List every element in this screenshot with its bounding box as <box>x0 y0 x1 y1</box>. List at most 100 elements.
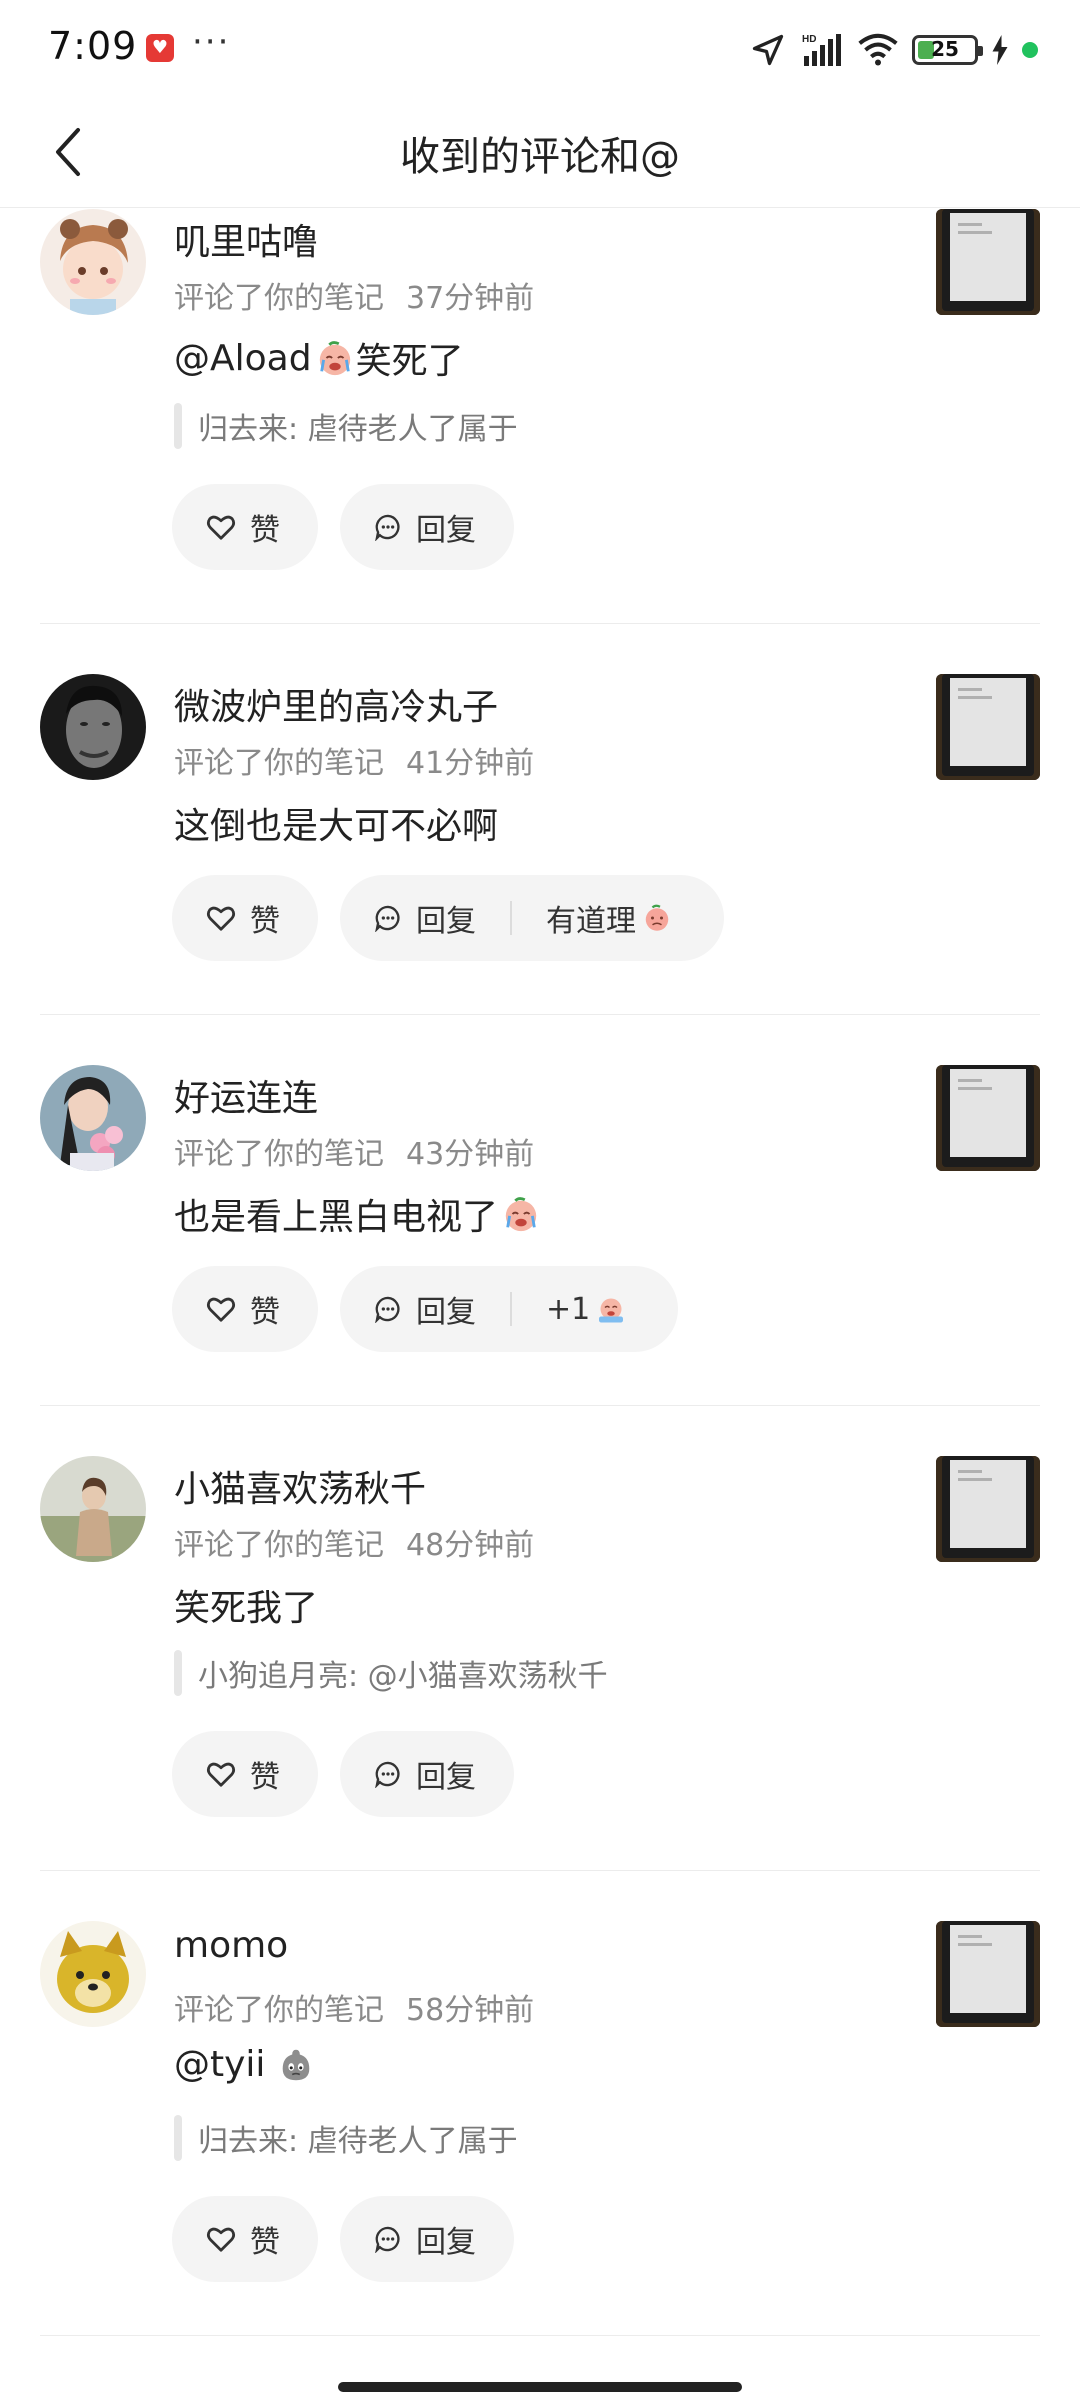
like-button[interactable]: 赞 <box>172 484 318 570</box>
more-notifications-icon: ··· <box>192 22 231 62</box>
note-thumbnail[interactable] <box>936 1456 1040 1562</box>
privacy-indicator-dot <box>1022 42 1038 58</box>
comment-bubble-icon <box>375 1296 400 1323</box>
page-header: 收到的评论和@ <box>0 96 1080 208</box>
comment-body: 这倒也是大可不必啊 <box>174 806 499 847</box>
timestamp: 58分钟前 <box>406 1993 535 2028</box>
divider <box>40 1405 1040 1406</box>
status-bar: 7:09 ♥ ··· HD 25 <box>0 0 1080 96</box>
comment-text: @tyii <box>174 2044 317 2085</box>
location-icon <box>752 34 784 66</box>
quote-text: 归去来: 虐待老人了属于 <box>198 412 518 447</box>
charging-icon <box>992 35 1008 65</box>
timestamp: 48分钟前 <box>406 1528 535 1563</box>
timestamp: 37分钟前 <box>406 281 535 316</box>
like-label: 赞 <box>250 904 280 939</box>
comment-suffix: 笑死了 <box>355 341 464 382</box>
home-indicator[interactable] <box>338 2382 742 2392</box>
signal-icon: HD <box>802 34 841 66</box>
action-text: 评论了你的笔记 <box>174 1528 384 1563</box>
avatar[interactable] <box>40 209 146 315</box>
reply-label: 回复 <box>416 1760 476 1795</box>
action-text: 评论了你的笔记 <box>174 281 384 316</box>
like-button[interactable]: 赞 <box>172 875 318 961</box>
like-button[interactable]: 赞 <box>172 1731 318 1817</box>
reply-button[interactable]: 回复 <box>340 2196 514 2282</box>
status-indicators: HD 25 <box>750 28 1038 72</box>
comment-bubble-icon <box>375 514 400 541</box>
comment-bubble-icon <box>375 905 400 932</box>
like-button[interactable]: 赞 <box>172 2196 318 2282</box>
comment-meta: 评论了你的笔记 58分钟前 <box>174 1985 534 2029</box>
note-thumbnail[interactable] <box>936 209 1040 315</box>
comment-text: 也是看上黑白电视了 <box>174 1188 542 1240</box>
comment-meta: 评论了你的笔记 41分钟前 <box>174 738 534 782</box>
comment-body: 笑死我了 <box>174 1588 319 1629</box>
crying-emoji-icon <box>505 1197 537 1232</box>
mention-link[interactable]: @tyii <box>174 2044 265 2085</box>
like-button[interactable]: 赞 <box>172 1266 318 1352</box>
comment-actions: 赞 回复 +1 <box>172 1266 679 1352</box>
heart-icon <box>206 515 236 540</box>
comment-bubble-icon <box>375 1761 400 1788</box>
heart-icon <box>206 1297 236 1322</box>
comment-meta: 评论了你的笔记 43分钟前 <box>174 1129 534 1173</box>
comment-actions: 赞 回复 <box>172 484 514 570</box>
comment-text: 这倒也是大可不必啊 <box>174 797 498 849</box>
username[interactable]: 小猫喜欢荡秋千 <box>174 1460 426 1512</box>
username[interactable]: 好运连连 <box>174 1069 318 1121</box>
like-label: 赞 <box>250 1760 280 1795</box>
comment-bubble-icon <box>375 2226 400 2253</box>
quoted-comment: 归去来: 虐待老人了属于 <box>174 2115 518 2161</box>
divider <box>40 2335 1040 2336</box>
quick-reply-suggestion[interactable]: 有道理 <box>546 896 636 940</box>
avatar[interactable] <box>40 1065 146 1171</box>
reply-button[interactable]: 回复 <box>340 1731 514 1817</box>
embarrassed-emoji-icon <box>645 904 669 931</box>
timestamp: 43分钟前 <box>406 1137 535 1172</box>
divider <box>40 1014 1040 1015</box>
divider <box>40 623 1040 624</box>
reply-label: 回复 <box>416 904 476 939</box>
comment-actions: 赞 回复 有道理 <box>172 875 724 961</box>
action-text: 评论了你的笔记 <box>174 1137 384 1172</box>
heart-icon <box>206 906 236 931</box>
status-time: 7:09 <box>48 24 138 68</box>
app-notification-icon: ♥ <box>146 34 174 62</box>
username[interactable]: 叽里咕噜 <box>174 213 318 265</box>
crying-emoji-icon <box>319 341 350 376</box>
timestamp: 41分钟前 <box>406 746 535 781</box>
note-thumbnail[interactable] <box>936 674 1040 780</box>
avatar[interactable] <box>40 674 146 780</box>
avatar[interactable] <box>40 1921 146 2027</box>
comment-text: 笑死我了 <box>174 1579 318 1631</box>
reply-button[interactable]: 回复 <box>340 484 514 570</box>
page-title: 收到的评论和@ <box>400 134 680 180</box>
comment-text: @Aload 笑死了 <box>174 332 464 384</box>
avatar[interactable] <box>40 1456 146 1562</box>
comment-actions: 赞 回复 <box>172 1731 514 1817</box>
quick-reply-suggestion[interactable]: +1 <box>546 1292 590 1327</box>
note-thumbnail[interactable] <box>936 1921 1040 2027</box>
like-label: 赞 <box>250 2225 280 2260</box>
battery-icon: 25 <box>912 35 983 65</box>
username[interactable]: momo <box>174 1925 288 1966</box>
comment-meta: 评论了你的笔记 48分钟前 <box>174 1520 534 1564</box>
wifi-icon <box>858 33 898 66</box>
mention-link[interactable]: @Aload <box>174 338 312 379</box>
reply-label: 回复 <box>416 513 476 548</box>
gray-blob-emoji-icon <box>283 2049 310 2080</box>
username[interactable]: 微波炉里的高冷丸子 <box>174 678 498 730</box>
reply-button[interactable]: 回复 +1 <box>340 1266 679 1352</box>
quote-text: 归去来: 虐待老人了属于 <box>198 2124 518 2159</box>
reply-button[interactable]: 回复 有道理 <box>340 875 724 961</box>
reply-label: 回复 <box>416 2225 476 2260</box>
divider <box>40 1870 1040 1871</box>
comment-actions: 赞 回复 <box>172 2196 514 2282</box>
action-text: 评论了你的笔记 <box>174 1993 384 2028</box>
heart-icon <box>206 2227 236 2252</box>
note-thumbnail[interactable] <box>936 1065 1040 1171</box>
like-label: 赞 <box>250 513 280 548</box>
reply-label: 回复 <box>416 1295 476 1330</box>
heart-icon <box>206 1762 236 1787</box>
